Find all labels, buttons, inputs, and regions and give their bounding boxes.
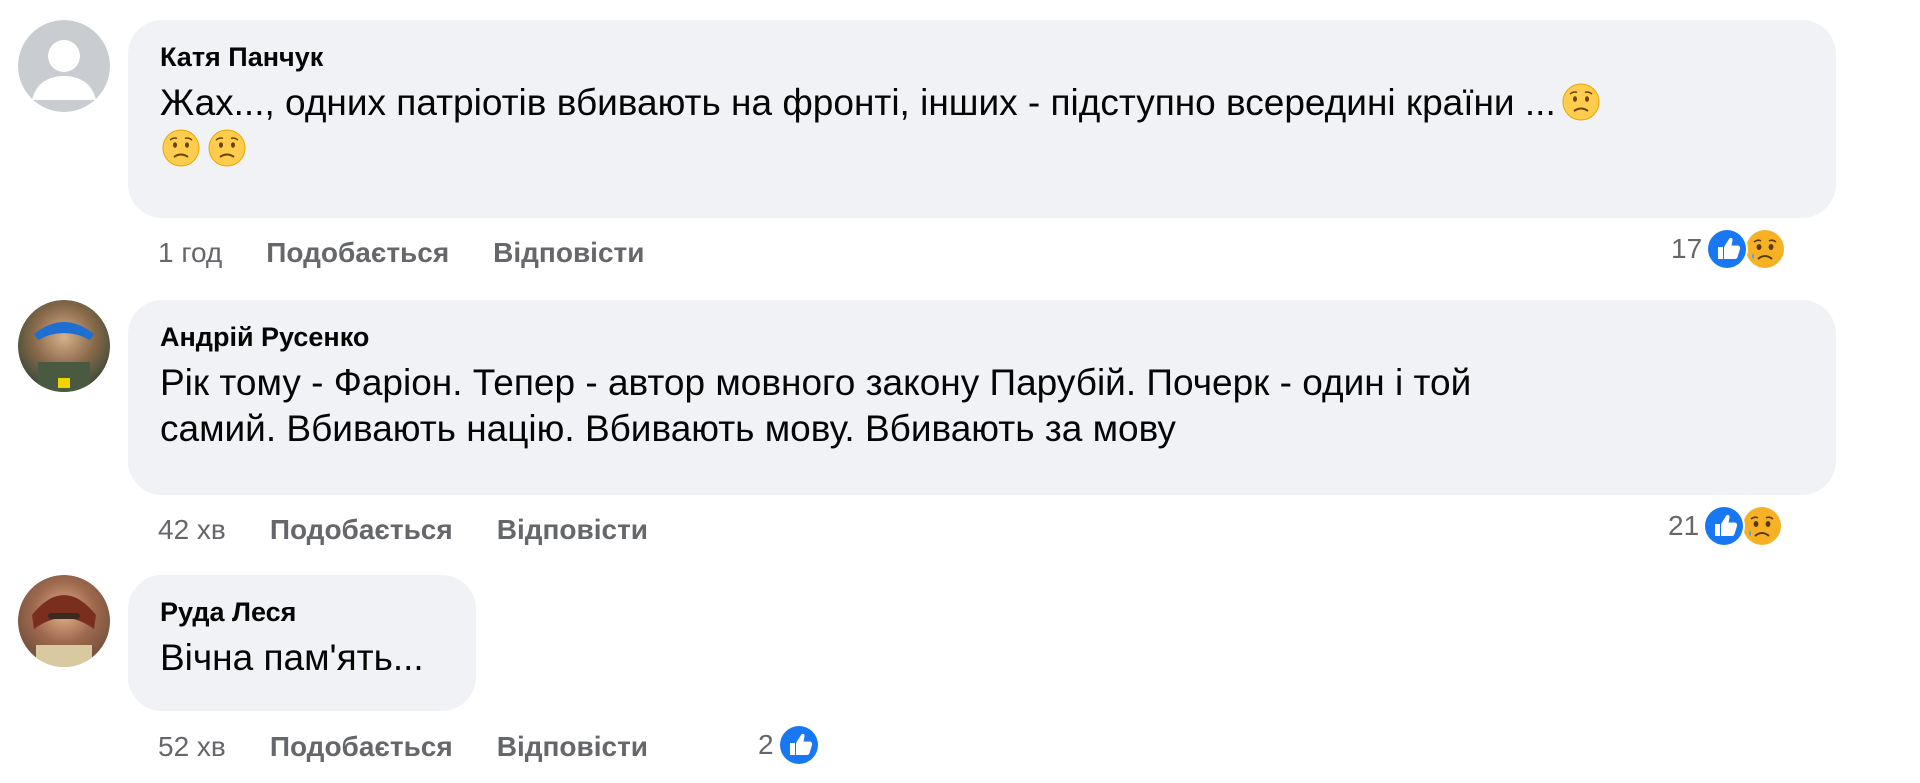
reply-link[interactable]: Відповісти <box>497 514 648 545</box>
default-avatar-icon <box>18 20 110 112</box>
avatar[interactable] <box>18 20 110 112</box>
comment-bubble: Андрій Русенко Рік тому - Фаріон. Тепер … <box>128 300 1836 495</box>
comment-text-line: Вічна пам'ять... <box>160 637 424 678</box>
comment-text-line: самий. Вбивають націю. Вбивають мову. Вб… <box>160 408 1176 449</box>
avatar[interactable] <box>18 300 110 392</box>
sad-face-emoji-icon <box>160 127 202 169</box>
user-photo-avatar <box>18 300 110 392</box>
comment-time[interactable]: 52 хв <box>158 731 226 762</box>
reply-link[interactable]: Відповісти <box>493 237 644 268</box>
like-icon <box>776 722 822 768</box>
comment-text: Вічна пам'ять... <box>160 635 444 681</box>
comment-time[interactable]: 42 хв <box>158 514 226 545</box>
like-link[interactable]: Подобається <box>266 237 449 268</box>
comment-author[interactable]: Андрій Русенко <box>160 320 1804 354</box>
sad-face-emoji-icon <box>206 127 248 169</box>
sad-face-emoji-icon <box>1560 81 1602 123</box>
comment-author[interactable]: Катя Панчук <box>160 40 1804 74</box>
reactions-summary[interactable]: 2 <box>758 722 822 768</box>
comment-text: Рік тому - Фаріон. Тепер - автор мовного… <box>160 360 1804 452</box>
comment-actions: 42 хв Подобається Відповісти <box>158 513 692 547</box>
comment-text-line: Рік тому - Фаріон. Тепер - автор мовного… <box>160 362 1472 403</box>
comment-author[interactable]: Руда Леся <box>160 595 444 629</box>
comment-text-line: Жах..., одних патріотів вбивають на фрон… <box>160 82 1556 123</box>
comment-bubble: Катя Панчук Жах..., одних патріотів вбив… <box>128 20 1836 218</box>
comment-time[interactable]: 1 год <box>158 237 222 268</box>
reaction-count: 17 <box>1671 233 1703 264</box>
reaction-count: 21 <box>1668 510 1700 541</box>
like-icon <box>1701 503 1747 549</box>
comment-actions: 1 год Подобається Відповісти <box>158 236 688 270</box>
reactions-summary[interactable]: 17 <box>1671 226 1788 272</box>
like-icon <box>1704 226 1750 272</box>
comment-text: Жах..., одних патріотів вбивають на фрон… <box>160 80 1804 172</box>
reactions-summary[interactable]: 21 <box>1668 503 1785 549</box>
comment-bubble: Руда Леся Вічна пам'ять... <box>128 575 476 711</box>
user-photo-avatar <box>18 575 110 667</box>
comment-actions: 52 хв Подобається Відповісти <box>158 730 692 764</box>
reaction-count: 2 <box>758 729 774 760</box>
like-link[interactable]: Подобається <box>270 731 453 762</box>
avatar[interactable] <box>18 575 110 667</box>
like-link[interactable]: Подобається <box>270 514 453 545</box>
reply-link[interactable]: Відповісти <box>497 731 648 762</box>
